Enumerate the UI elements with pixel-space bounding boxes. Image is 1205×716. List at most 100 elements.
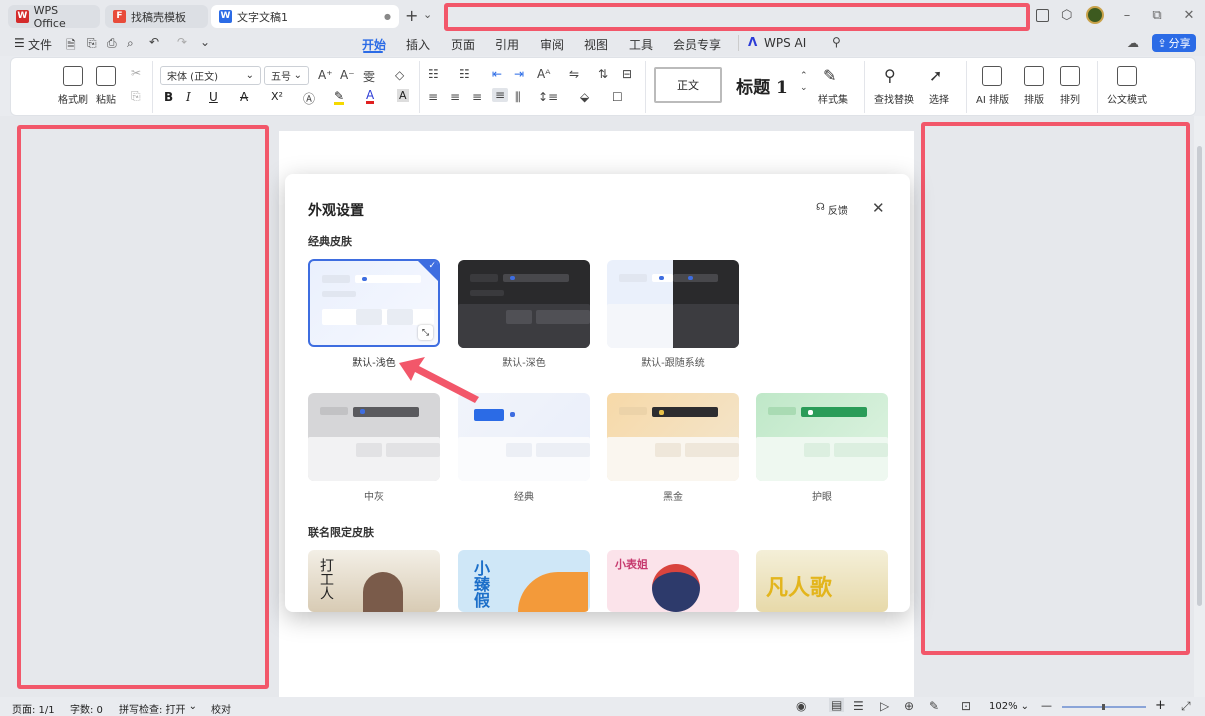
bold-button[interactable]: B <box>164 90 173 104</box>
zoom-out-button[interactable]: — <box>1041 699 1052 712</box>
copy-icon[interactable]: ⎘ <box>131 89 141 104</box>
tab-unsaved-dot-icon[interactable]: ● <box>384 12 391 21</box>
skin-default-dark[interactable] <box>458 260 590 348</box>
zoom-select[interactable]: 102% ⌄ <box>989 701 1029 712</box>
skin-collab-4[interactable]: 凡人歌 <box>756 550 888 612</box>
skin-medium-gray[interactable] <box>308 393 440 481</box>
shading-icon[interactable]: ⬙ <box>580 90 589 104</box>
restore-button[interactable]: ⧉ <box>1147 8 1167 23</box>
tab-page[interactable]: 页面 <box>451 36 475 53</box>
tab-template[interactable]: F 找稿壳模板 <box>105 5 208 28</box>
cloud-upload-icon[interactable]: ☁ <box>1127 36 1139 50</box>
arrange-button[interactable]: 排列 <box>1060 66 1080 106</box>
tab-document[interactable]: W 文字文稿1 ● <box>211 5 399 28</box>
minimize-button[interactable]: – <box>1117 8 1137 23</box>
new-tab-button[interactable]: + <box>405 6 418 25</box>
text-direction-icon[interactable]: Aᴬ <box>537 67 550 81</box>
web-view-icon[interactable]: ⊕ <box>904 699 914 713</box>
strikethrough-button[interactable]: A <box>240 90 248 104</box>
justify-icon[interactable]: ≡ <box>492 88 509 102</box>
skin-black-gold[interactable] <box>607 393 739 481</box>
text-effect-icon[interactable]: Ⓐ <box>303 90 315 107</box>
sort-icon[interactable]: ⇅ <box>598 67 608 81</box>
decrease-font-icon[interactable]: A⁻ <box>340 68 355 82</box>
font-color-button[interactable]: A <box>366 89 375 104</box>
select-button[interactable]: ➚ 选择 <box>929 66 949 106</box>
distribute-icon[interactable]: ⫼ <box>515 90 521 105</box>
align-left-icon[interactable]: ≡ <box>428 90 438 104</box>
window-layout-icon[interactable] <box>1036 9 1049 22</box>
file-menu[interactable]: 文件 <box>28 36 52 53</box>
tab-wps-ai[interactable]: WPS AI <box>764 36 806 50</box>
skin-classic[interactable] <box>458 393 590 481</box>
save-icon[interactable]: 🗎 <box>66 36 76 57</box>
outline-view-icon[interactable]: ☰ <box>853 699 864 713</box>
redo-icon[interactable]: ↷ <box>177 35 187 49</box>
print-preview-icon[interactable]: ⌕ <box>127 36 134 51</box>
fullscreen-icon[interactable]: ⤢ <box>1181 699 1191 714</box>
highlight-icon[interactable]: ✎ <box>334 90 345 105</box>
avatar[interactable] <box>1086 6 1104 24</box>
close-icon[interactable]: ✕ <box>872 199 885 217</box>
zoom-slider[interactable] <box>1062 704 1146 710</box>
tab-references[interactable]: 引用 <box>495 36 519 53</box>
tab-member[interactable]: 会员专享 <box>673 36 721 53</box>
decrease-indent-icon[interactable]: ⇤ <box>492 67 502 81</box>
increase-indent-icon[interactable]: ⇥ <box>514 67 524 81</box>
page-view-icon[interactable]: ▤ <box>829 698 845 712</box>
menu-hamburger-icon[interactable]: ☰ <box>14 36 25 50</box>
tab-tools[interactable]: 工具 <box>629 36 653 53</box>
tab-insert[interactable]: 插入 <box>406 36 430 53</box>
line-spacing-icon[interactable]: ↕≡ <box>538 90 558 104</box>
close-button[interactable]: ✕ <box>1179 8 1199 23</box>
skin-collab-2[interactable]: 小臻假 <box>458 550 590 612</box>
line-spacing-switch-icon[interactable]: ⇋ <box>569 67 579 81</box>
tab-wps-office[interactable]: W WPS Office <box>8 4 100 30</box>
vertical-scrollbar[interactable] <box>1194 116 1205 697</box>
bullet-list-icon[interactable]: ☷ <box>428 67 439 81</box>
char-shading-button[interactable]: A <box>397 89 409 102</box>
zoom-in-button[interactable]: + <box>1155 698 1166 713</box>
tab-review[interactable]: 审阅 <box>540 36 564 53</box>
skin-collab-3[interactable]: 小表姐 <box>607 550 739 612</box>
more-dropdown-icon[interactable]: ⌄ <box>200 35 210 49</box>
cube-icon[interactable]: ⬡ <box>1061 8 1072 23</box>
undo-icon[interactable]: ↶ <box>149 35 159 49</box>
superscript-button[interactable]: X² <box>271 90 283 103</box>
proofread-button[interactable]: 校对 <box>211 701 231 716</box>
fit-screen-icon[interactable]: ⊡ <box>961 699 971 713</box>
feedback-button[interactable]: ☊ 反馈 <box>816 202 848 217</box>
increase-font-icon[interactable]: A⁺ <box>318 68 333 82</box>
export-icon[interactable]: ⎘ <box>87 36 97 51</box>
scrollbar-thumb[interactable] <box>1197 146 1202 606</box>
font-name-select[interactable]: 宋体 (正文) ⌄ <box>160 66 261 85</box>
numbered-list-icon[interactable]: ☷ <box>459 67 470 81</box>
tab-view[interactable]: 视图 <box>584 36 608 53</box>
skin-collab-1[interactable]: 打工人 <box>308 550 440 612</box>
align-right-icon[interactable]: ≡ <box>472 90 482 104</box>
style-heading1[interactable]: 标题 1 <box>727 67 797 103</box>
word-count[interactable]: 字数: 0 <box>70 701 103 716</box>
official-mode-button[interactable]: 公文模式 <box>1107 66 1147 106</box>
paste-button[interactable]: 粘贴 <box>96 66 116 106</box>
style-set-button[interactable]: ✎ 样式集 <box>818 66 848 106</box>
find-replace-button[interactable]: ⚲ 查找替换 <box>874 66 914 106</box>
italic-button[interactable]: I <box>186 90 191 104</box>
search-icon[interactable]: ⚲ <box>832 35 841 49</box>
align-center-icon[interactable]: ≡ <box>450 90 460 104</box>
print-icon[interactable]: ⎙ <box>107 36 117 51</box>
show-marks-icon[interactable]: ⊟ <box>622 67 632 81</box>
layout-button[interactable]: 排版 <box>1024 66 1044 106</box>
pen-icon[interactable]: ✎ <box>929 699 939 713</box>
share-button[interactable]: ⇪ 分享 <box>1152 34 1196 52</box>
border-icon[interactable]: ☐ <box>612 90 623 104</box>
underline-button[interactable]: U <box>209 90 218 104</box>
phonetic-icon[interactable]: 雯 <box>363 68 375 85</box>
play-icon[interactable]: ▷ <box>880 699 889 713</box>
style-normal[interactable]: 正文 <box>654 67 722 103</box>
skin-eye-care[interactable] <box>756 393 888 481</box>
ai-layout-button[interactable]: AI 排版 <box>976 66 1009 106</box>
skin-default-system[interactable] <box>607 260 739 348</box>
tab-list-dropdown-icon[interactable]: ⌄ <box>423 8 432 21</box>
style-scroll-icon[interactable]: ⌃ ⌄ <box>800 70 808 94</box>
